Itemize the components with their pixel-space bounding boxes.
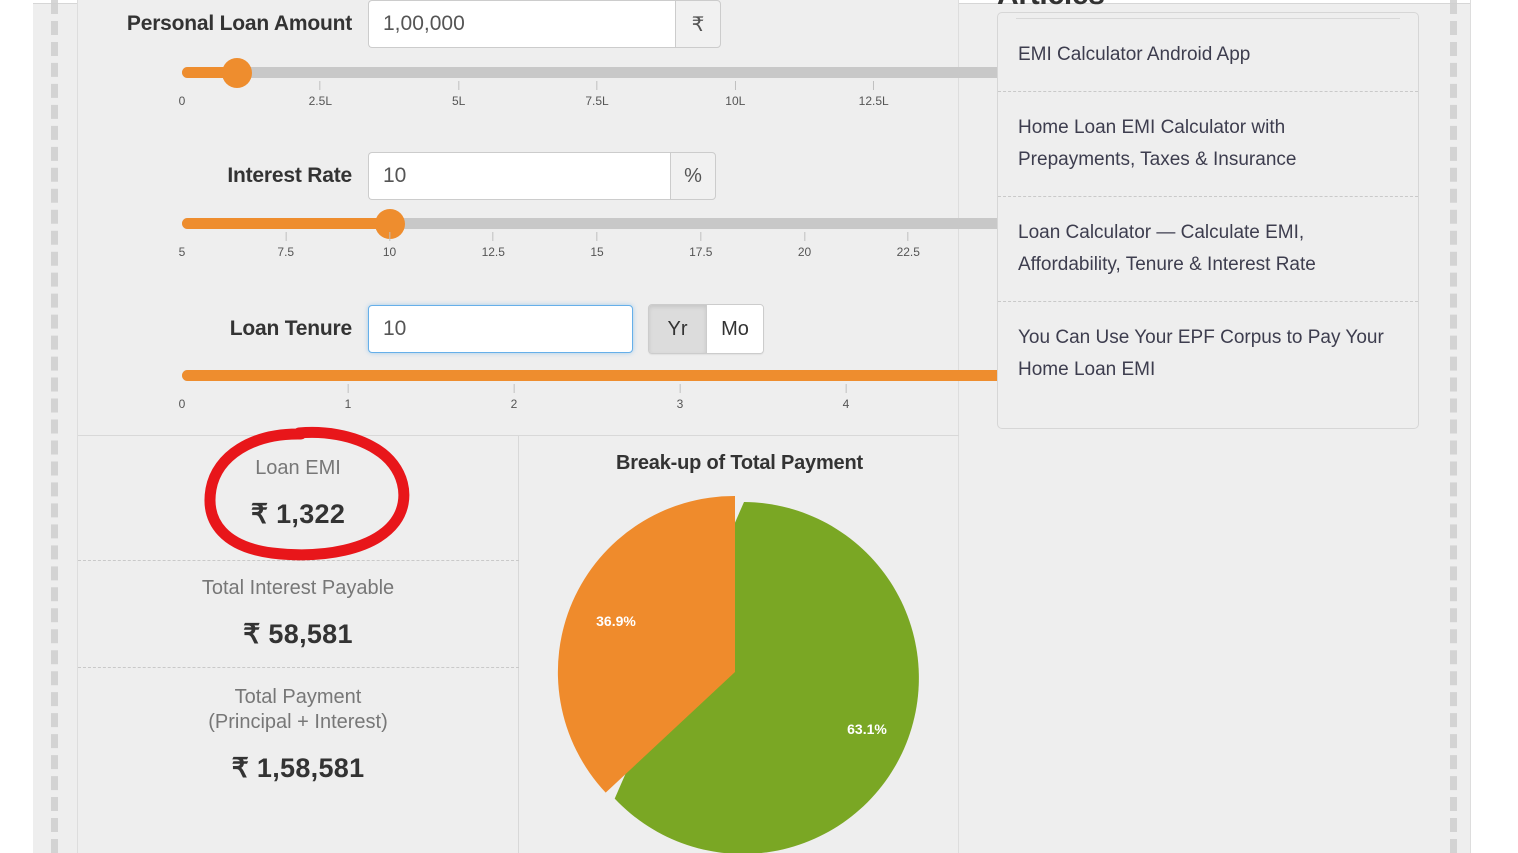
tick-label: 10	[382, 245, 397, 259]
field-row-loan-tenure: Loan Tenure Yr Mo	[78, 304, 959, 354]
loan-tenure-slider-fill	[182, 370, 1012, 381]
tenure-unit-month-button[interactable]: Mo	[706, 305, 763, 353]
article-link[interactable]: Loan Calculator — Calculate EMI, Afforda…	[998, 196, 1418, 301]
screenshot-root: Personal Loan Amount ₹ 0 2.5L 5L 7.5L 10…	[0, 0, 1518, 853]
tick-label: 2	[510, 397, 518, 411]
loan-tenure-input[interactable]	[368, 305, 633, 353]
interest-rate-input-group: %	[368, 152, 716, 200]
loan-tenure-slider-ticks: 0 1 2 3 4 5	[178, 384, 1015, 418]
results-column: Loan EMI ₹ 1,322 Total Interest Payable …	[78, 436, 519, 853]
results-divider-1	[78, 560, 519, 561]
article-link[interactable]: You Can Use Your EPF Corpus to Pay Your …	[998, 301, 1418, 406]
field-row-interest-rate: Interest Rate %	[78, 152, 959, 200]
total-payment-result-value: ₹ 1,58,581	[231, 753, 365, 783]
tick-label: 12.5	[481, 245, 505, 259]
loan-emi-result-label: Loan EMI	[255, 457, 341, 479]
tick-label: 1	[344, 397, 352, 411]
tick-label: 22.5	[896, 245, 920, 259]
result-total-interest: Total Interest Payable ₹ 58,581	[78, 576, 518, 650]
content-right-border	[1470, 0, 1471, 853]
loan-tenure-slider[interactable]: 0 1 2 3 4 5	[178, 360, 1027, 418]
article-link[interactable]: Home Loan EMI Calculator with Prepayment…	[998, 91, 1418, 196]
pie-chart-svg	[557, 495, 919, 853]
article-link[interactable]: EMI Calculator Android App	[998, 19, 1418, 91]
payment-breakup-chart: Break-up of Total Payment 36.9% 63.1%	[520, 436, 959, 853]
total-interest-result-value: ₹ 58,581	[243, 619, 353, 649]
loan-amount-slider-track[interactable]	[182, 57, 1012, 88]
tenure-unit-year-button[interactable]: Yr	[649, 305, 706, 353]
tenure-unit-toggle-group: Yr Mo	[648, 304, 764, 354]
loan-tenure-slider-track[interactable]	[182, 360, 1027, 391]
interest-rate-slider-track[interactable]	[182, 208, 1012, 239]
tick-label: 17.5	[689, 245, 713, 259]
tick-label: 3	[676, 397, 684, 411]
percent-addon-icon: %	[670, 152, 716, 200]
loan-amount-slider-ticks: 0 2.5L 5L 7.5L 10L 12.5L 15L	[178, 81, 1022, 115]
loan-tenure-input-group	[368, 305, 633, 353]
loan-amount-input[interactable]	[368, 0, 675, 48]
interest-rate-slider-ticks: 5 7.5 10 12.5 15 17.5 20 22.5 25	[178, 232, 1019, 266]
tick-label: 0	[178, 397, 186, 411]
results-divider-2	[78, 667, 519, 668]
tick-label: 5	[178, 245, 186, 259]
pie-label-interest: 36.9%	[596, 613, 636, 629]
tick-label: 5L	[451, 94, 466, 108]
tick-label: 12.5L	[858, 94, 889, 108]
total-payment-result-label-line2: (Principal + Interest)	[208, 711, 388, 733]
loan-amount-slider[interactable]: 0 2.5L 5L 7.5L 10L 12.5L 15L	[178, 57, 1022, 115]
interest-rate-slider[interactable]: 5 7.5 10 12.5 15 17.5 20 22.5 25	[178, 208, 1019, 266]
tick-label: 7.5	[277, 245, 295, 259]
right-dashed-rail	[1450, 0, 1457, 853]
tick-label: 20	[797, 245, 812, 259]
interest-rate-input[interactable]	[368, 152, 670, 200]
tick-label: 7.5L	[585, 94, 609, 108]
total-interest-result-label: Total Interest Payable	[201, 577, 395, 599]
rupee-addon-icon: ₹	[675, 0, 721, 48]
articles-heading: Articles	[997, 0, 1419, 12]
field-row-loan-amount: Personal Loan Amount ₹	[78, 0, 959, 48]
result-loan-emi: Loan EMI ₹ 1,322	[78, 456, 518, 530]
pie-label-principal: 63.1%	[847, 721, 887, 737]
loan-emi-result-value: ₹ 1,322	[250, 499, 346, 529]
interest-rate-label: Interest Rate	[227, 164, 352, 187]
total-payment-result-label-line1: Total Payment	[234, 686, 362, 708]
tick-label: 0	[178, 94, 186, 108]
loan-amount-input-group: ₹	[368, 0, 721, 48]
tick-label: 2.5L	[308, 94, 332, 108]
tick-label: 15	[590, 245, 604, 259]
tick-label: 10L	[725, 94, 746, 108]
interest-rate-slider-fill	[182, 218, 390, 229]
tick-label: 4	[842, 397, 850, 411]
articles-list-box: EMI Calculator Android App Home Loan EMI…	[997, 12, 1419, 429]
loan-amount-label: Personal Loan Amount	[126, 12, 352, 35]
result-total-payment: Total Payment (Principal + Interest) ₹ 1…	[78, 685, 518, 784]
left-dashed-rail	[51, 0, 58, 853]
loan-tenure-label: Loan Tenure	[229, 317, 352, 340]
